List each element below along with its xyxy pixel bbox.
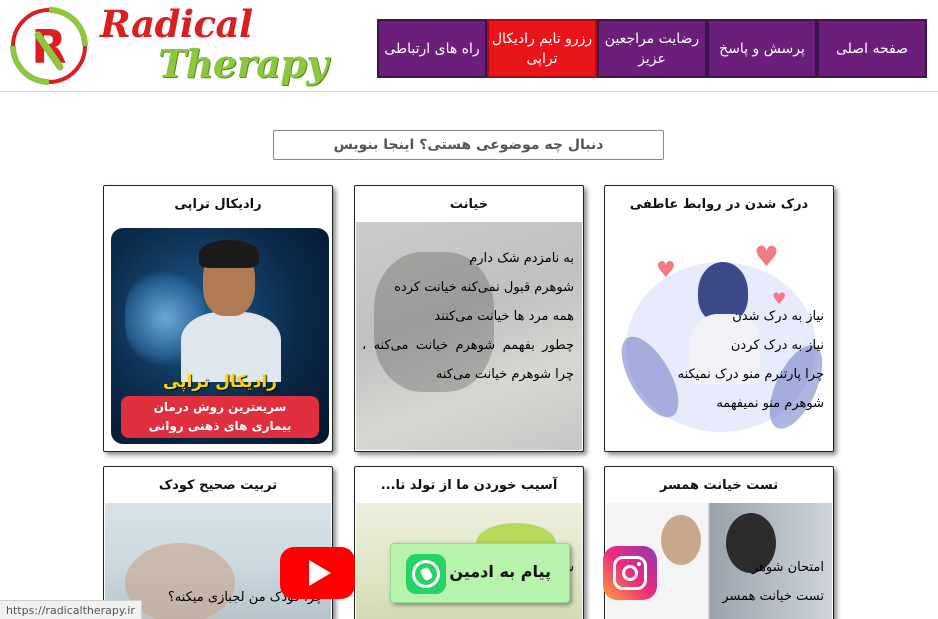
logo-text-therapy[interactable]: Therapy bbox=[158, 41, 328, 86]
nav-home[interactable]: صفحه اصلی bbox=[817, 19, 927, 78]
nav-faq[interactable]: پرسش و پاسخ bbox=[707, 19, 817, 78]
search-input[interactable] bbox=[274, 131, 663, 159]
card-title[interactable]: درک شدن در روابط عاطفی bbox=[605, 186, 833, 222]
whatsapp-label: پیام به ادمین bbox=[449, 562, 551, 581]
promo-banner: رادیکال تراپی سریعترین روش درمان بیماری … bbox=[111, 228, 329, 444]
card-image: رادیکال تراپی سریعترین روش درمان بیماری … bbox=[105, 222, 331, 450]
logo-text-radical[interactable]: Radical bbox=[100, 2, 253, 46]
main-nav: صفحه اصلی پرسش و پاسخ رضایت مراجعین عزیز… bbox=[377, 19, 927, 78]
heart-icon: ♥ bbox=[656, 258, 676, 283]
card-image: به نامزدم شک دارم شوهرم قبول نمی‌کنه خیا… bbox=[356, 222, 582, 450]
card-emotional-understanding[interactable]: درک شدن در روابط عاطفی ♥ ♥ ♥ نیاز به درک… bbox=[604, 185, 834, 452]
promo-subtitle-box: سریعترین روش درمان بیماری های ذهنی روانی bbox=[121, 396, 319, 438]
card-infidelity[interactable]: خیانت به نامزدم شک دارم شوهرم قبول نمی‌ک… bbox=[354, 185, 584, 452]
card-text: به نامزدم شک دارم شوهرم قبول نمی‌کنه خیا… bbox=[362, 251, 574, 382]
card-radical-therapy[interactable]: رادیکال تراپی رادیکال تراپی سریعترین روش… bbox=[103, 185, 333, 452]
card-title[interactable]: تربیت صحیح کودک bbox=[104, 467, 332, 503]
youtube-button[interactable] bbox=[280, 547, 355, 599]
instagram-button[interactable] bbox=[603, 546, 657, 600]
nav-contact[interactable]: راه های ارتباطی bbox=[377, 19, 487, 78]
whatsapp-icon bbox=[406, 554, 446, 594]
card-text: نیاز به درک شدن نیاز به درک کردن چرا پار… bbox=[677, 309, 824, 411]
card-title[interactable]: رادیکال تراپی bbox=[104, 186, 332, 222]
heart-icon: ♥ bbox=[754, 240, 780, 273]
search-box bbox=[273, 130, 664, 160]
youtube-icon bbox=[309, 560, 331, 586]
card-title[interactable]: خیانت bbox=[355, 186, 583, 222]
nav-testimonials[interactable]: رضایت مراجعین عزیز bbox=[597, 19, 707, 78]
promo-title: رادیکال تراپی bbox=[162, 372, 278, 392]
site-header: R Radical Therapy صفحه اصلی پرسش و پاسخ … bbox=[0, 0, 938, 92]
card-title[interactable]: تست خیانت همسر bbox=[605, 467, 833, 503]
card-image: ♥ ♥ ♥ نیاز به درک شدن نیاز به درک کردن چ… bbox=[606, 222, 832, 450]
card-title[interactable]: آسیب خوردن ما از تولد تا... bbox=[355, 467, 583, 503]
logo-emblem-icon[interactable]: R bbox=[8, 5, 90, 87]
instagram-icon bbox=[613, 556, 647, 590]
whatsapp-message-admin-button[interactable]: پیام به ادمین bbox=[390, 543, 570, 603]
nav-booking[interactable]: رزرو تایم رادیکال تراپی bbox=[487, 19, 597, 78]
status-bar-url: https://radicaltherapy.ir bbox=[0, 600, 142, 619]
